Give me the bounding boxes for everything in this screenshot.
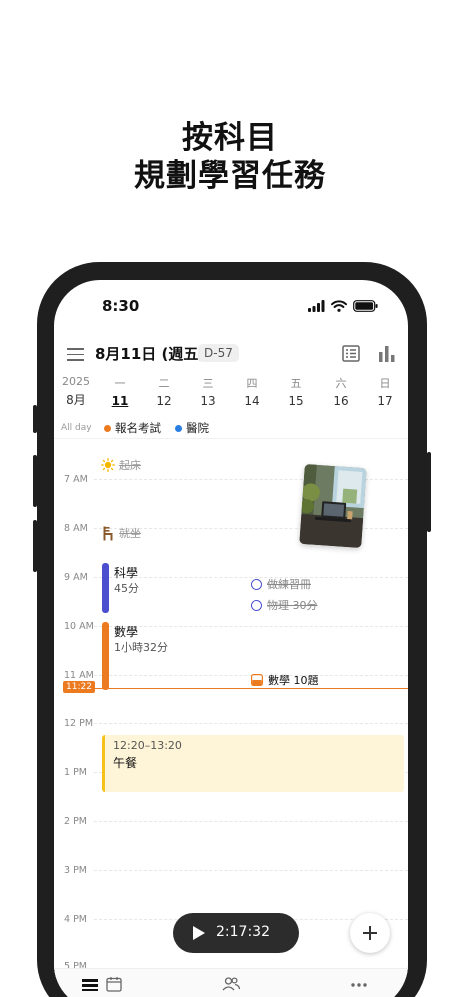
hour-label: 7 AM <box>64 474 88 485</box>
weekday-label: 五 <box>290 377 302 390</box>
allday-event-label: 報名考試 <box>115 421 161 435</box>
calendar-icon[interactable] <box>106 976 122 992</box>
hour-gridline <box>94 626 408 627</box>
week-day[interactable]: 四 14 <box>237 375 267 408</box>
task-label: 做練習冊 <box>267 578 311 591</box>
hour-label: 9 AM <box>64 572 88 583</box>
promo-headline-line2: 規劃學習任務 <box>134 158 326 194</box>
phone-side-button <box>427 452 431 532</box>
routine-label: 起床 <box>119 459 141 472</box>
wifi-icon <box>331 300 347 312</box>
signal-icon <box>308 300 325 312</box>
week-day[interactable]: 日 17 <box>370 375 400 408</box>
week-day[interactable]: 五 15 <box>281 375 311 408</box>
weekday-label: 一 <box>114 377 126 390</box>
year-label: 2025 <box>62 375 90 388</box>
routine-label: 就坐 <box>119 527 141 540</box>
event-title: 午餐 <box>113 756 138 770</box>
event-color-dot <box>104 424 111 432</box>
more-vertical-icon[interactable] <box>395 926 399 940</box>
hour-label: 1 PM <box>64 767 87 778</box>
event-color-dot <box>175 424 182 432</box>
week-day[interactable]: 二 12 <box>149 375 179 408</box>
event-lunch[interactable]: 12:20–13:20 午餐 <box>102 735 404 792</box>
hour-label: 2 PM <box>64 816 87 827</box>
hour-label: 12 PM <box>64 718 94 729</box>
week-strip: 2025 8月 一 11 二 12 三 13 四 14 五 15 六 16 日 <box>54 375 408 415</box>
timer-value: 2:17:32 <box>216 924 270 940</box>
task-checkbox[interactable] <box>251 578 262 590</box>
task-checkbox[interactable] <box>251 599 262 611</box>
hour-label: 10 AM <box>64 621 94 632</box>
status-time: 8:30 <box>102 297 140 315</box>
status-icons <box>308 300 378 312</box>
list-view-icon[interactable] <box>342 345 360 362</box>
weekday-label: 日 <box>379 377 391 390</box>
bottom-nav <box>54 968 408 997</box>
allday-label: All day <box>61 423 92 433</box>
weekday-label: 六 <box>335 377 347 390</box>
progress-square-icon <box>251 674 263 686</box>
day-number: 16 <box>333 394 349 408</box>
hour-label: 8 AM <box>64 523 88 534</box>
task-item[interactable]: 物理 30分 <box>251 597 318 613</box>
subject-duration: 1小時32分 <box>114 641 168 654</box>
hour-gridline <box>94 723 408 724</box>
week-day[interactable]: 三 13 <box>193 375 223 408</box>
day-number: 13 <box>200 394 216 408</box>
allday-event-label: 醫院 <box>186 421 209 435</box>
subject-duration: 45分 <box>114 582 139 595</box>
day-number: 17 <box>377 394 393 408</box>
battery-icon <box>353 300 378 312</box>
weekday-label: 四 <box>246 377 258 390</box>
hour-gridline <box>94 821 408 822</box>
task-item[interactable]: 數學 10題 <box>251 672 319 688</box>
study-timer[interactable]: 2:17:32 <box>173 913 399 953</box>
play-icon[interactable] <box>192 925 206 941</box>
current-time-badge: 11:22 <box>63 681 95 693</box>
current-date-title[interactable]: 8月11日 (週五) <box>95 343 205 364</box>
week-day[interactable]: 六 16 <box>326 375 356 408</box>
add-button[interactable] <box>350 913 390 953</box>
plus-icon <box>363 926 377 940</box>
routine-item[interactable]: 起床 <box>101 457 141 473</box>
day-number: 12 <box>156 394 172 408</box>
current-time-line <box>90 688 408 689</box>
timeline-view-icon[interactable] <box>81 977 99 993</box>
sun-icon <box>101 458 115 472</box>
weekday-label: 二 <box>158 377 170 390</box>
dday-badge[interactable]: D-57 <box>198 344 239 362</box>
allday-event[interactable]: 報名考試 <box>104 420 161 436</box>
more-horizontal-icon[interactable] <box>351 983 367 987</box>
subject-name[interactable]: 科學 <box>114 564 138 581</box>
group-icon[interactable] <box>222 976 240 992</box>
subject-bar-science[interactable] <box>102 563 109 613</box>
day-number: 14 <box>244 394 260 408</box>
week-month-column: 2025 8月 <box>61 375 91 408</box>
day-number: 15 <box>288 394 304 408</box>
week-day[interactable]: 一 11 <box>105 375 135 408</box>
hour-label: 4 PM <box>64 914 87 925</box>
hour-gridline <box>94 870 408 871</box>
subject-name[interactable]: 數學 <box>114 623 138 640</box>
task-item[interactable]: 做練習冊 <box>251 576 311 592</box>
event-time: 12:20–13:20 <box>113 739 182 752</box>
weekday-label: 三 <box>202 377 214 390</box>
hour-label: 3 PM <box>64 865 87 876</box>
chair-icon <box>103 526 113 540</box>
hour-label: 11 AM <box>64 670 94 681</box>
menu-icon[interactable] <box>67 348 84 365</box>
day-number: 11 <box>111 394 129 408</box>
month-label: 8月 <box>66 393 86 407</box>
subject-bar-math[interactable] <box>102 622 109 690</box>
phone-screen: 8:30 8月11日 (週五) D-57 2025 8月 一 11 二 12 三… <box>54 280 408 997</box>
routine-item[interactable]: 就坐 <box>101 525 141 541</box>
allday-event[interactable]: 醫院 <box>175 420 209 436</box>
desk-photo <box>299 463 367 549</box>
task-label: 物理 30分 <box>267 599 318 612</box>
stats-icon[interactable] <box>378 345 396 362</box>
task-label: 數學 10題 <box>268 674 319 687</box>
